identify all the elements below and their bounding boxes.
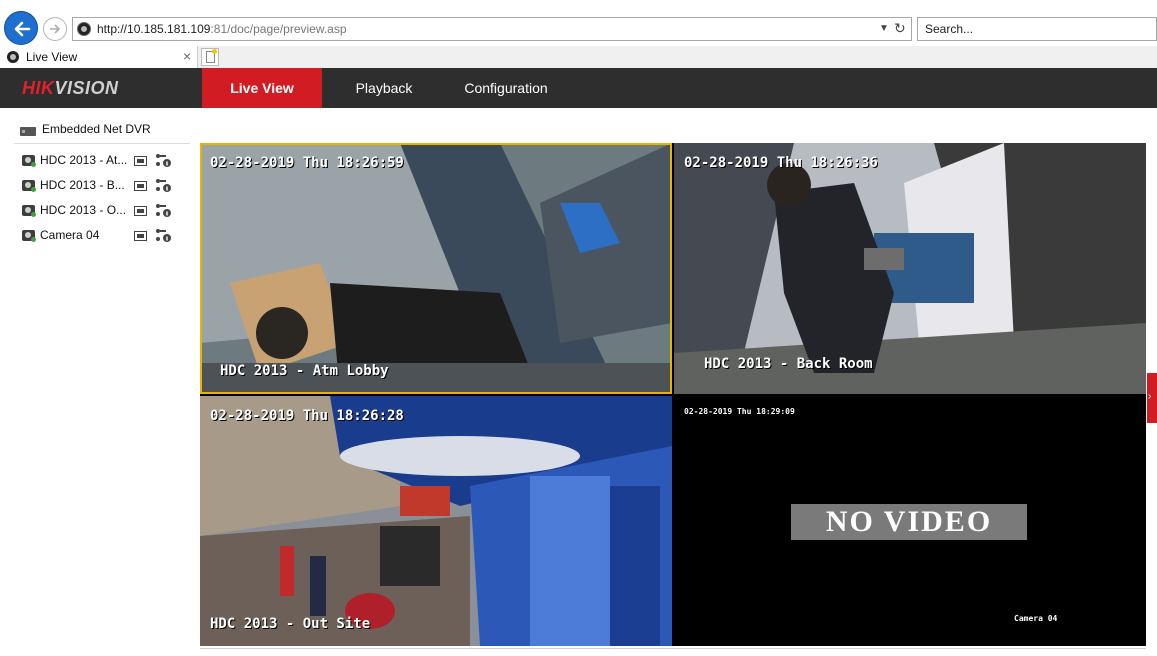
logo-suffix: VISION xyxy=(54,78,119,98)
app-header: HIKVISION Live View Playback Configurati… xyxy=(0,68,1157,108)
osd-camera-name: HDC 2013 - Out Site xyxy=(210,616,371,632)
camera-label: HDC 2013 - B... xyxy=(40,178,125,192)
camera-item[interactable]: HDC 2013 - At... xyxy=(22,152,182,172)
video-window-2[interactable]: 02-28-2019 Thu 18:26:36 HDC 2013 - Back … xyxy=(674,143,1146,394)
chevron-right-icon: › xyxy=(1148,391,1152,402)
camera-icon xyxy=(22,155,36,167)
close-tab-icon[interactable]: × xyxy=(183,48,191,64)
expand-panel-button[interactable]: › xyxy=(1147,373,1157,423)
divider xyxy=(200,648,1146,649)
address-bar[interactable]: http://10.185.181.109:81/doc/page/previe… xyxy=(72,17,912,41)
record-icon[interactable] xyxy=(134,206,147,216)
browser-toolbar: http://10.185.181.109:81/doc/page/previe… xyxy=(0,0,1157,46)
playback-info-icon[interactable] xyxy=(155,202,171,218)
logo-prefix: HIK xyxy=(22,78,55,98)
osd-timestamp: 02-28-2019 Thu 18:26:36 xyxy=(684,155,878,171)
live-view-grid: 02-28-2019 Thu 18:26:59 HDC 2013 - Atm L… xyxy=(200,143,1146,646)
osd-timestamp: 02-28-2019 Thu 18:26:28 xyxy=(210,408,404,424)
no-video-label: NO VIDEO xyxy=(791,504,1027,540)
camera-item[interactable]: Camera 04 xyxy=(22,227,182,247)
search-input[interactable]: Search... xyxy=(917,17,1157,41)
osd-timestamp: 02-28-2019 Thu 18:26:59 xyxy=(210,155,404,171)
url-path: :81/doc/page/preview.asp xyxy=(210,22,347,36)
tab-site-icon xyxy=(7,51,19,63)
camera-icon xyxy=(22,205,36,217)
search-placeholder: Search... xyxy=(925,22,974,36)
back-arrow-icon xyxy=(14,21,31,37)
camera-label: Camera 04 xyxy=(40,228,100,242)
video-window-3[interactable]: 02-28-2019 Thu 18:26:28 HDC 2013 - Out S… xyxy=(200,396,672,646)
video-window-1[interactable]: 02-28-2019 Thu 18:26:59 HDC 2013 - Atm L… xyxy=(200,143,672,394)
nav-live-view[interactable]: Live View xyxy=(202,68,322,108)
nav-playback[interactable]: Playback xyxy=(330,68,438,108)
record-icon[interactable] xyxy=(134,231,147,241)
osd-camera-name: HDC 2013 - Atm Lobby xyxy=(220,363,389,379)
dvr-icon xyxy=(20,127,36,136)
camera-label: HDC 2013 - O... xyxy=(40,203,127,217)
address-dropdown-icon[interactable]: ▼ xyxy=(879,23,889,34)
osd-camera-name: Camera 04 xyxy=(1014,614,1058,623)
playback-info-icon[interactable] xyxy=(155,227,171,243)
playback-info-icon[interactable] xyxy=(155,177,171,193)
camera-icon xyxy=(22,230,36,242)
tab-strip: Live View × xyxy=(0,46,1157,68)
record-icon[interactable] xyxy=(134,156,147,166)
browser-tab[interactable]: Live View × xyxy=(0,46,198,68)
site-icon xyxy=(77,22,91,36)
url-host: http://10.185.181.109 xyxy=(97,22,211,36)
osd-camera-name: HDC 2013 - Back Room xyxy=(704,356,873,372)
nav-configuration[interactable]: Configuration xyxy=(445,68,567,108)
playback-info-icon[interactable] xyxy=(155,152,171,168)
new-tab-button[interactable] xyxy=(201,48,219,66)
device-tree: Embedded Net DVR HDC 2013 - At... HDC 20… xyxy=(0,108,200,656)
camera-icon xyxy=(22,180,36,192)
camera-item[interactable]: HDC 2013 - O... xyxy=(22,202,182,222)
camera-item[interactable]: HDC 2013 - B... xyxy=(22,177,182,197)
refresh-icon[interactable]: ↻ xyxy=(894,20,906,37)
video-window-4[interactable]: 02-28-2019 Thu 18:29:09 NO VIDEO Camera … xyxy=(674,396,1146,646)
video-feed-out-site xyxy=(200,396,672,646)
back-button[interactable] xyxy=(4,11,38,45)
camera-label: HDC 2013 - At... xyxy=(40,153,128,167)
device-label: Embedded Net DVR xyxy=(42,122,151,136)
forward-button[interactable] xyxy=(43,17,67,41)
forward-arrow-icon xyxy=(50,24,61,34)
video-feed-atm-lobby xyxy=(200,143,672,394)
tab-title: Live View xyxy=(26,50,78,64)
record-icon[interactable] xyxy=(134,181,147,191)
divider xyxy=(14,143,190,144)
osd-timestamp: 02-28-2019 Thu 18:29:09 xyxy=(684,407,795,416)
hikvision-logo: HIKVISION xyxy=(22,78,119,99)
url-text[interactable]: http://10.185.181.109:81/doc/page/previe… xyxy=(97,22,347,36)
